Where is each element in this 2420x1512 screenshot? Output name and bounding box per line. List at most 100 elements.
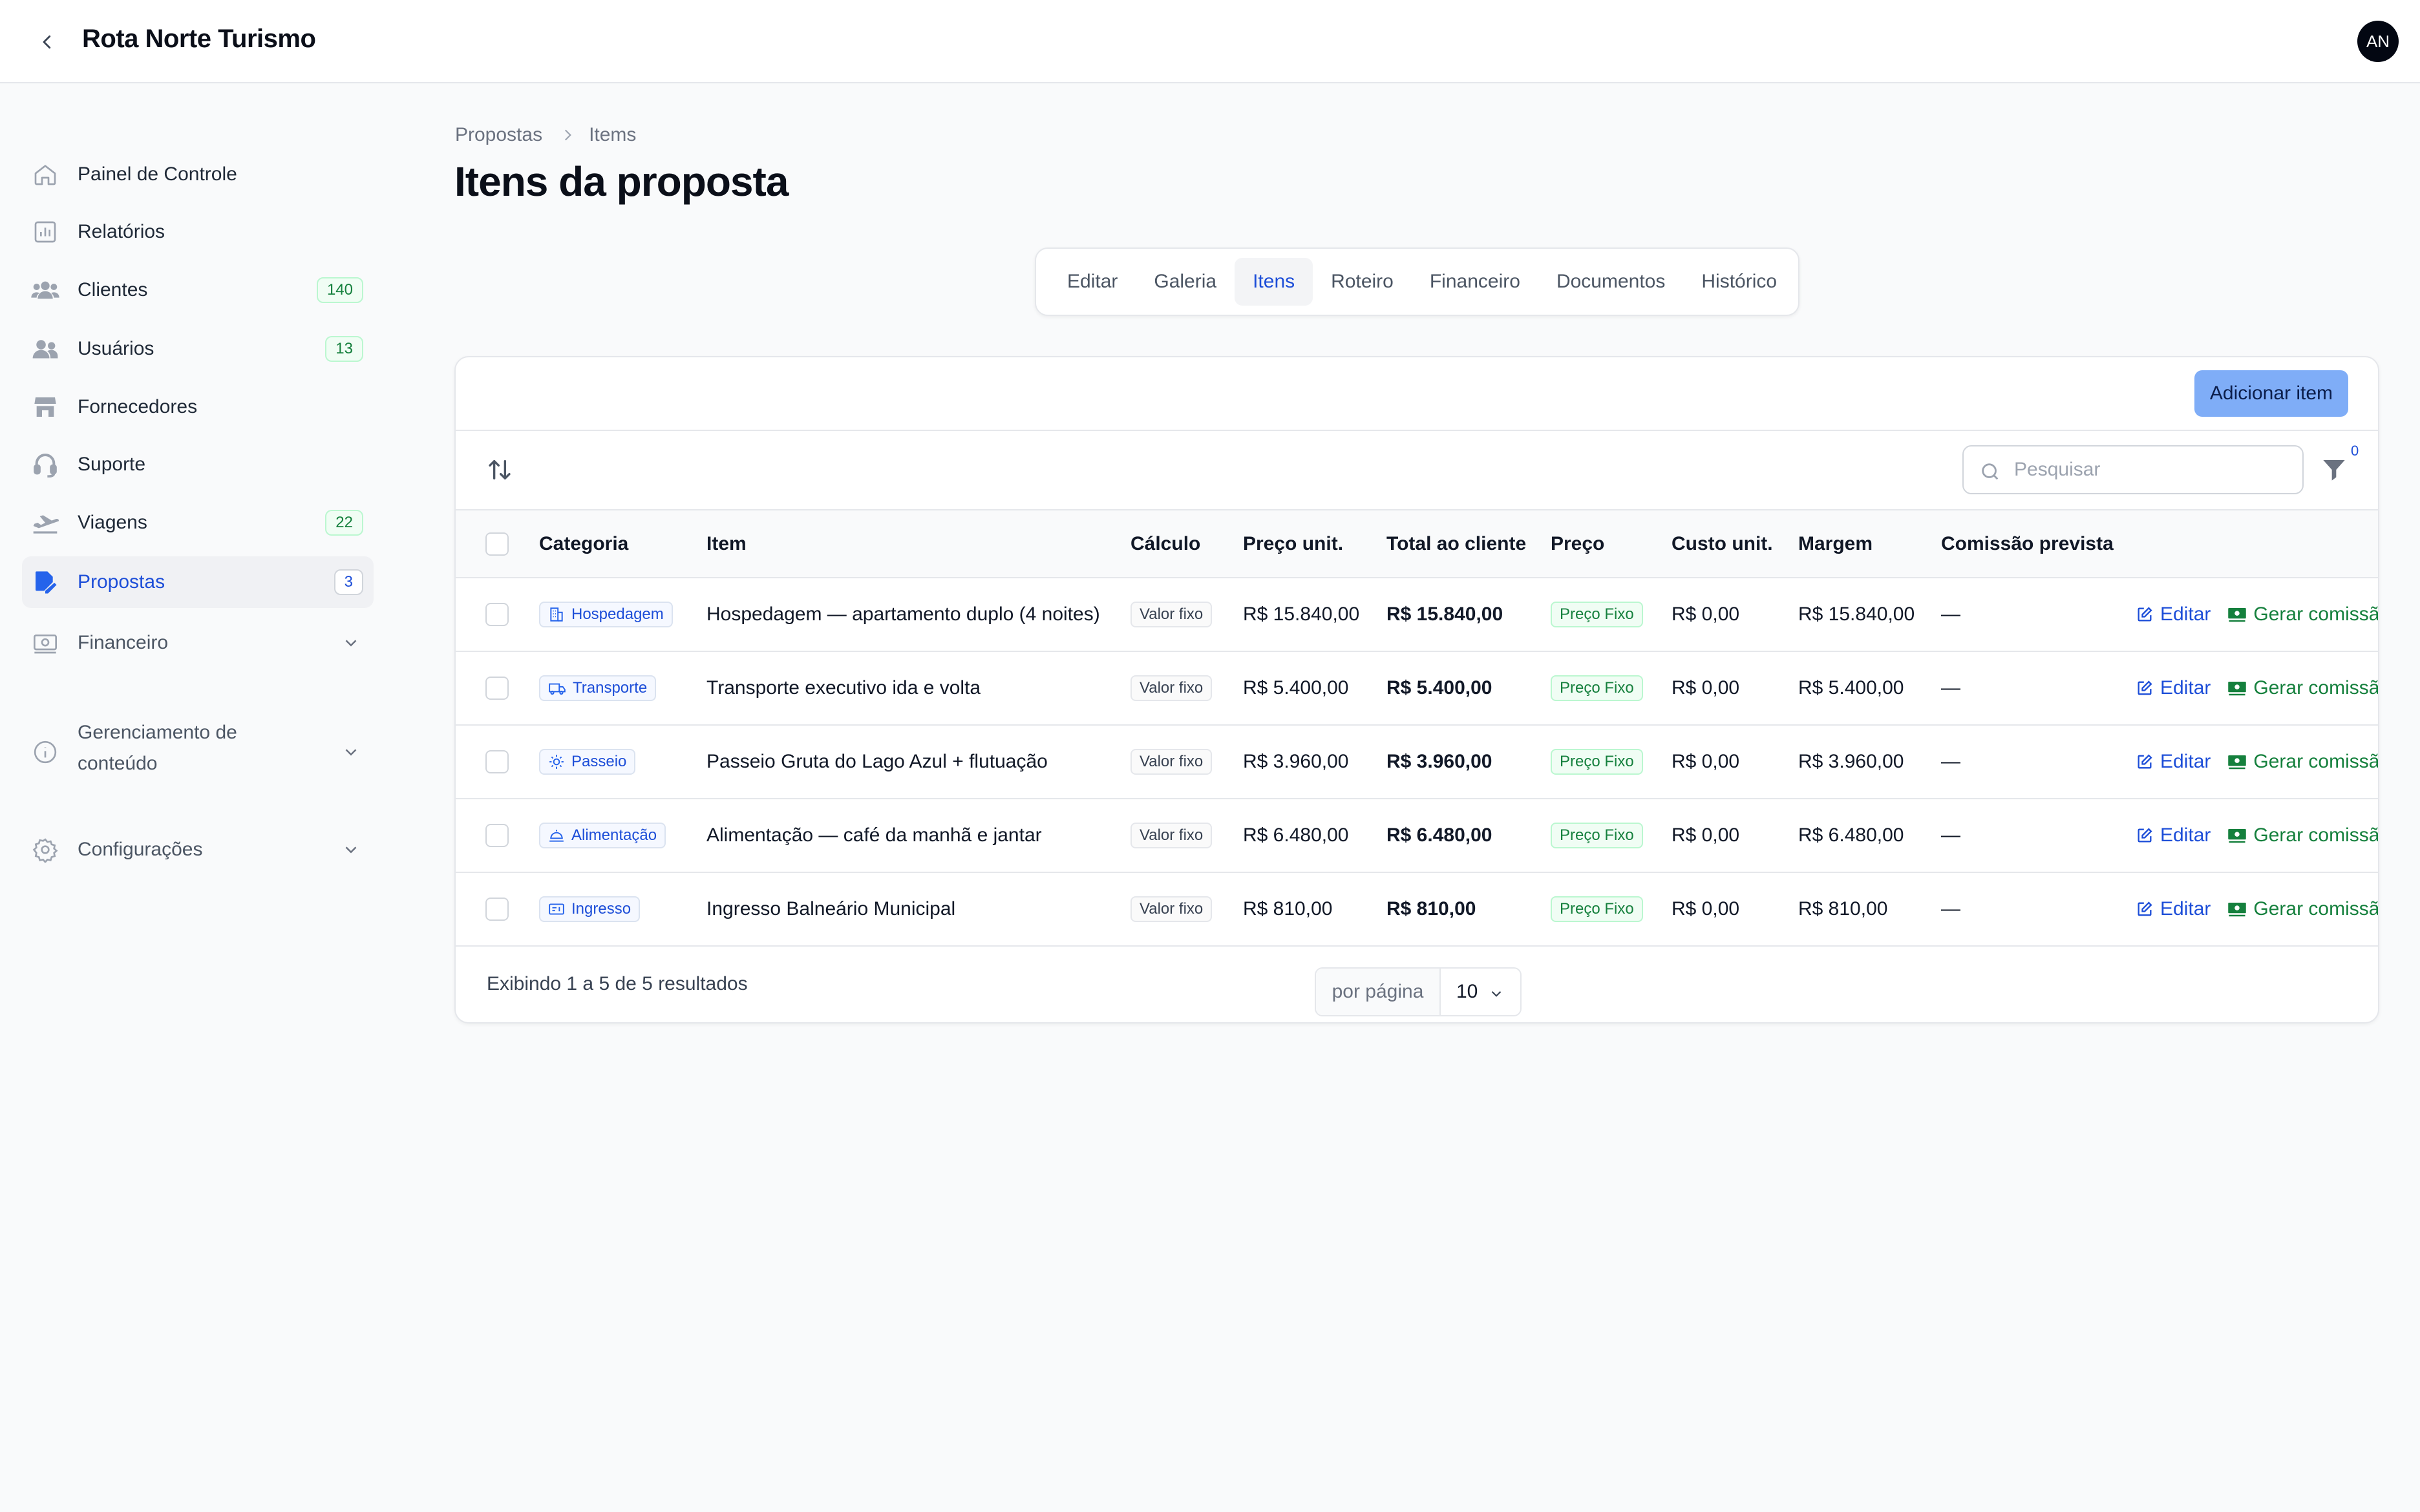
edit-label: Editar	[2160, 824, 2211, 846]
generate-commission-button[interactable]: Gerar comissão	[2227, 604, 2378, 625]
generate-commission-button[interactable]: Gerar comissão	[2227, 677, 2379, 699]
sidebar-item-viagens[interactable]: Viagens 22	[22, 497, 374, 549]
sidebar-item-usuarios[interactable]: Usuários 13	[22, 323, 374, 375]
tab-editar[interactable]: Editar	[1049, 258, 1136, 306]
sidebar-item-fornecedores[interactable]: Fornecedores	[22, 381, 374, 433]
search-field[interactable]	[1962, 445, 2304, 494]
tab-itens[interactable]: Itens	[1235, 258, 1313, 306]
table-row: Ingresso Ingresso Balneário Municipal Va…	[456, 872, 2378, 947]
sidebar-group-financeiro[interactable]: Financeiro	[22, 617, 374, 669]
search-input[interactable]	[2014, 453, 2292, 487]
count-badge: 22	[325, 510, 363, 536]
sidebar-item-propostas[interactable]: Propostas 3	[22, 556, 374, 608]
margin: R$ 810,00	[1798, 872, 1941, 947]
headset-icon	[31, 450, 59, 479]
per-page-control: por página 10	[1315, 967, 1522, 1016]
sidebar-item-label: Clientes	[78, 279, 148, 300]
filter-icon[interactable]	[2321, 456, 2347, 484]
edit-label: Editar	[2160, 677, 2211, 698]
row-checkbox[interactable]	[485, 603, 509, 626]
column-header[interactable]: Total ao cliente	[1386, 510, 1551, 578]
price-type-badge: Preço Fixo	[1551, 602, 1643, 627]
chevron-down-icon	[345, 749, 357, 756]
sidebar-item-clientes[interactable]: Clientes 140	[22, 264, 374, 316]
count-badge: 140	[316, 277, 363, 303]
price-type-badge: Preço Fixo	[1551, 896, 1643, 922]
back-arrow-icon[interactable]	[31, 26, 63, 58]
plane-icon	[31, 509, 59, 537]
row-checkbox[interactable]	[485, 750, 509, 773]
item-name: Alimentação — café da manhã e jantar	[706, 799, 1130, 873]
edit-button[interactable]: Editar	[2136, 824, 2211, 846]
column-header[interactable]: Preço unit.	[1243, 510, 1386, 578]
cash-icon	[2228, 829, 2247, 843]
column-header[interactable]: Preço	[1551, 510, 1672, 578]
column-header[interactable]: Comissão prevista	[1941, 510, 2136, 578]
table-row: Passeio Passeio Gruta do Lago Azul + flu…	[456, 725, 2378, 799]
sort-icon[interactable]	[487, 457, 513, 483]
column-header[interactable]: Cálculo	[1130, 510, 1243, 578]
per-page-value: 10	[1456, 981, 1478, 1002]
ticket-icon	[549, 903, 564, 915]
sidebar-item-suporte[interactable]: Suporte	[22, 439, 374, 490]
sidebar-item-label: Relatórios	[78, 221, 165, 242]
sidebar-group-label: Configurações	[78, 839, 203, 860]
tab-galeria[interactable]: Galeria	[1136, 258, 1235, 306]
edit-icon	[2138, 680, 2152, 695]
category-badge: Transporte	[539, 675, 657, 701]
row-checkbox[interactable]	[485, 677, 509, 700]
row-checkbox[interactable]	[485, 824, 509, 847]
edit-button[interactable]: Editar	[2136, 677, 2211, 699]
table-row: Alimentação Alimentação — café da manhã …	[456, 799, 2379, 873]
per-page-select[interactable]: 10	[1441, 969, 1520, 1015]
unit-price: R$ 3.960,00	[1243, 725, 1386, 799]
results-summary: Exibindo 1 a 5 de 5 resultados	[487, 973, 748, 994]
sidebar-group-label: Gerenciamento de conteúdo	[78, 722, 237, 774]
tab-financeiro[interactable]: Financeiro	[1412, 258, 1538, 306]
client-total: R$ 6.480,00	[1386, 799, 1551, 873]
calc-badge: Valor fixo	[1130, 602, 1213, 627]
sidebar-item-painel[interactable]: Painel de Controle	[22, 149, 374, 200]
row-checkbox[interactable]	[485, 898, 509, 921]
sidebar-item-label: Propostas	[78, 571, 165, 593]
generate-commission-button[interactable]: Gerar comissão	[2227, 751, 2378, 773]
generate-commission-button[interactable]: Gerar comissão	[2227, 824, 2379, 846]
sidebar-item-relatorios[interactable]: Relatórios	[22, 206, 374, 258]
generate-label: Gerar comissão	[2253, 824, 2379, 846]
client-total: R$ 15.840,00	[1386, 578, 1551, 652]
edit-button[interactable]: Editar	[2136, 898, 2211, 920]
unit-cost: R$ 0,00	[1672, 578, 1798, 652]
edit-button[interactable]: Editar	[2136, 751, 2211, 773]
tab-historico[interactable]: Histórico	[1683, 258, 1795, 306]
tab-documentos[interactable]: Documentos	[1538, 258, 1683, 306]
items-table-card: Adicionar item 0 Categoria Item Cálculo …	[454, 356, 2379, 1024]
generate-commission-button[interactable]: Gerar comissão	[2227, 898, 2378, 920]
expected-commission: —	[1941, 799, 2136, 873]
sidebar-group-conteudo[interactable]: Gerenciamento de conteúdo	[22, 711, 374, 795]
expected-commission: —	[1941, 725, 2136, 799]
breadcrumb-current: Items	[589, 124, 637, 145]
calc-badge: Valor fixo	[1130, 896, 1213, 922]
info-icon	[31, 738, 59, 766]
select-all-checkbox[interactable]	[485, 532, 509, 556]
expected-commission: —	[1941, 651, 2136, 726]
column-header[interactable]: Custo unit.	[1672, 510, 1798, 578]
column-header[interactable]: Margem	[1798, 510, 1941, 578]
sidebar-group-configuracoes[interactable]: Configurações	[22, 824, 374, 876]
calc-badge: Valor fixo	[1130, 749, 1213, 775]
column-header[interactable]: Item	[706, 510, 1130, 578]
edit-label: Editar	[2160, 604, 2211, 625]
proposal-edit-icon	[31, 568, 59, 596]
cash-icon	[2228, 682, 2247, 696]
column-header[interactable]: Categoria	[539, 510, 706, 578]
expected-commission: —	[1941, 578, 2136, 652]
add-item-button[interactable]: Adicionar item	[2194, 370, 2348, 417]
generate-label: Gerar comissão	[2253, 677, 2379, 698]
category-label: Ingresso	[571, 899, 632, 918]
actions-header	[2136, 510, 2378, 578]
edit-button[interactable]: Editar	[2136, 604, 2211, 625]
breadcrumb-parent[interactable]: Propostas	[455, 124, 542, 146]
tab-roteiro[interactable]: Roteiro	[1313, 258, 1412, 306]
user-avatar[interactable]: AN	[2357, 21, 2399, 62]
sidebar: Painel de Controle Relatórios Clientes 1…	[0, 83, 388, 1512]
